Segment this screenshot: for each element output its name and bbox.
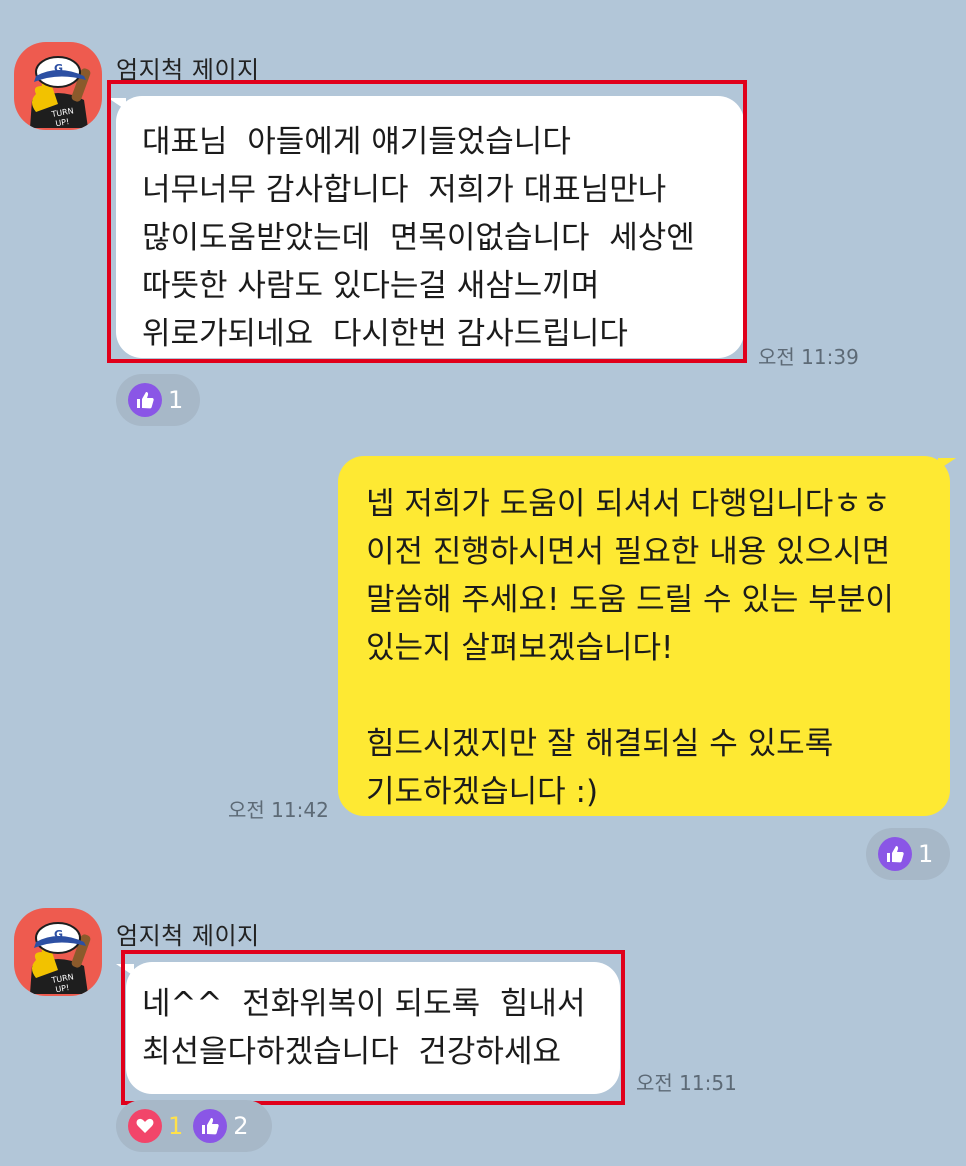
thumbs-up-icon	[878, 837, 912, 871]
sender-avatar[interactable]: G TURN UP!	[14, 42, 102, 130]
reaction-badge[interactable]: 1 2	[116, 1100, 272, 1152]
reaction-badge[interactable]: 1	[866, 828, 950, 880]
reaction-count: 1	[168, 1112, 184, 1140]
reaction-count: 2	[233, 1112, 249, 1140]
profile-avatar-icon: G TURN UP!	[30, 56, 91, 128]
highlight-box	[107, 80, 747, 363]
sender-name: 엄지척 제이지	[116, 922, 260, 950]
message-time: 오전 11:39	[758, 345, 859, 369]
thumbs-up-icon	[193, 1109, 228, 1143]
heart-icon	[128, 1109, 162, 1143]
reaction-count: 1	[168, 386, 184, 414]
sender-avatar[interactable]: G TURN UP!	[14, 908, 102, 996]
message-bubble[interactable]: 넵 저희가 도움이 되셔서 다행입니다ㅎㅎ 이전 진행하시면서 필요한 내용 있…	[338, 456, 950, 816]
svg-text:G: G	[54, 928, 63, 941]
message-time: 오전 11:42	[228, 798, 329, 822]
reaction-badge[interactable]: 1	[116, 374, 200, 426]
svg-text:G: G	[54, 62, 63, 75]
bubble-tail	[938, 458, 956, 470]
message-time: 오전 11:51	[636, 1071, 737, 1095]
thumbs-up-icon	[128, 383, 162, 417]
profile-avatar-icon: G TURN UP!	[30, 922, 91, 994]
reaction-count: 1	[918, 840, 934, 868]
highlight-box	[121, 950, 625, 1105]
